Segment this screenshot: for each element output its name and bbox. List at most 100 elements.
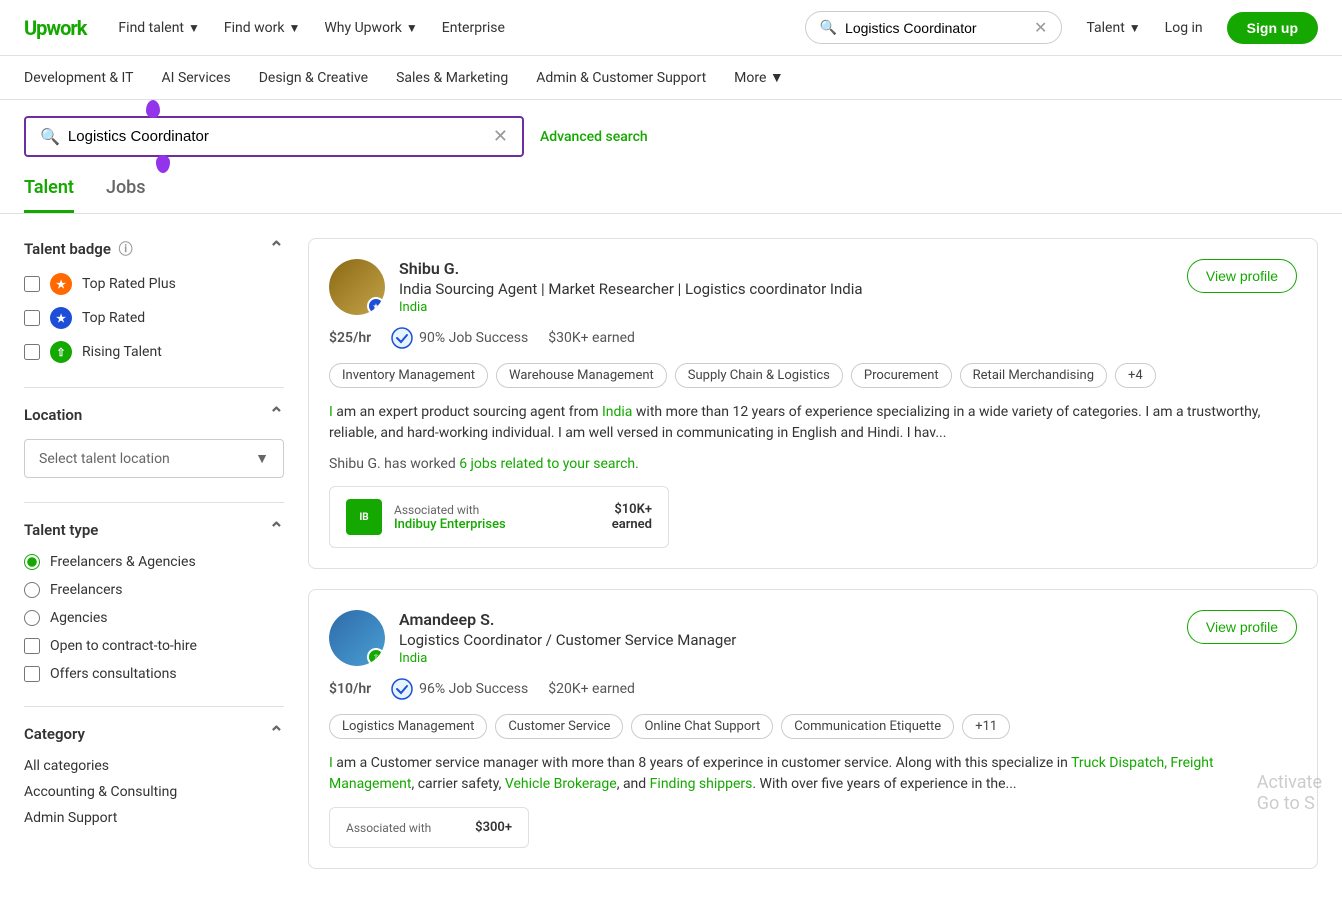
tag-more-2[interactable]: +11 — [962, 714, 1010, 739]
cat-more[interactable]: More ▼ — [734, 69, 784, 86]
cat-development-it[interactable]: Development & IT — [24, 70, 134, 86]
offers-consultations-label: Offers consultations — [50, 666, 177, 682]
main-search-bar: 🔍 ✕ — [24, 116, 524, 157]
tag-warehouse-management[interactable]: Warehouse Management — [496, 363, 667, 388]
main-search-input[interactable] — [68, 128, 485, 145]
tag-more-1[interactable]: +4 — [1115, 363, 1156, 388]
card-top-2: ⇧ Amandeep S. Logistics Coordinator / Cu… — [329, 610, 1297, 666]
assoc-earned-1: $10K+earned — [612, 502, 652, 532]
filter-rising-talent[interactable]: ⇧ Rising Talent — [24, 341, 284, 363]
card-stats-2: $10/hr 96% Job Success $20K+ earned — [329, 678, 1297, 700]
filter-agencies[interactable]: Agencies — [24, 610, 284, 626]
nav-find-work[interactable]: Find work ▼ — [224, 20, 300, 36]
sidebar-filters: Talent badge ⓘ ⌃ ★ Top Rated Plus ★ Top … — [24, 238, 284, 889]
tab-jobs[interactable]: Jobs — [106, 177, 146, 213]
filter-offers-consultations[interactable]: Offers consultations — [24, 666, 284, 682]
cat-sales-marketing[interactable]: Sales & Marketing — [396, 70, 508, 86]
top-search-input[interactable] — [845, 20, 1026, 36]
talent-type-dropdown[interactable]: Talent ▼ — [1086, 20, 1140, 36]
cat-link-admin[interactable]: Admin Support — [24, 810, 284, 826]
checkbox-offers-consultations[interactable] — [24, 666, 40, 682]
cat-link-all[interactable]: All categories — [24, 758, 284, 774]
tags-1: Inventory Management Warehouse Managemen… — [329, 363, 1297, 388]
avatar-2: ⇧ — [329, 610, 385, 666]
login-button[interactable]: Log in — [1165, 20, 1203, 36]
associated-with-1: IB Associated with Indibuy Enterprises $… — [329, 486, 669, 548]
talent-badge-collapse[interactable]: ⌃ — [269, 238, 284, 259]
top-rated-icon: ★ — [50, 307, 72, 329]
cat-link-accounting[interactable]: Accounting & Consulting — [24, 784, 284, 800]
cat-design-creative[interactable]: Design & Creative — [259, 70, 368, 86]
tags-2: Logistics Management Customer Service On… — [329, 714, 1297, 739]
location-placeholder: Select talent location — [39, 451, 170, 467]
avatar-1: ★ — [329, 259, 385, 315]
location-select[interactable]: Select talent location ▼ — [24, 439, 284, 478]
talent-type-collapse[interactable]: ⌃ — [269, 519, 284, 540]
tag-logistics-management[interactable]: Logistics Management — [329, 714, 487, 739]
tag-retail-merchandising[interactable]: Retail Merchandising — [960, 363, 1107, 388]
related-jobs-link-1[interactable]: 6 jobs related to your search — [459, 456, 635, 472]
filter-top-rated-plus[interactable]: ★ Top Rated Plus — [24, 273, 284, 295]
search-icon: 🔍 — [820, 20, 837, 36]
talent-name-2: Amandeep S. — [399, 610, 1173, 629]
filter-top-rated[interactable]: ★ Top Rated — [24, 307, 284, 329]
radio-agencies[interactable] — [24, 610, 40, 626]
advanced-search-link[interactable]: Advanced search — [540, 129, 648, 145]
assoc-logo-1: IB — [346, 499, 382, 535]
divider-2 — [24, 502, 284, 503]
avatar-badge-2: ⇧ — [367, 648, 385, 666]
talent-badge-header: Talent badge ⓘ ⌃ — [24, 238, 284, 259]
filter-freelancers-agencies[interactable]: Freelancers & Agencies — [24, 554, 284, 570]
location-header: Location ⌃ — [24, 404, 284, 425]
agencies-label: Agencies — [50, 610, 108, 626]
upwork-logo[interactable]: Upwork — [24, 16, 86, 40]
view-profile-button-1[interactable]: View profile — [1187, 259, 1297, 293]
top-rated-label: Top Rated — [82, 310, 145, 326]
search-row: 🔍 ✕ Advanced search — [0, 100, 1342, 157]
nav-why-upwork[interactable]: Why Upwork ▼ — [324, 20, 417, 36]
divider-3 — [24, 706, 284, 707]
main-clear-button[interactable]: ✕ — [493, 126, 508, 147]
top-rated-plus-icon: ★ — [50, 273, 72, 295]
checkbox-top-rated-plus[interactable] — [24, 276, 40, 292]
tab-talent[interactable]: Talent — [24, 177, 74, 213]
checkbox-top-rated[interactable] — [24, 310, 40, 326]
radio-freelancers-agencies[interactable] — [24, 554, 40, 570]
cat-ai-services[interactable]: AI Services — [162, 70, 231, 86]
assoc-name-1[interactable]: Indibuy Enterprises — [394, 517, 600, 532]
top-navigation: Upwork Find talent ▼ Find work ▼ Why Upw… — [0, 0, 1342, 56]
talent-type-filter: Talent type ⌃ Freelancers & Agencies Fre… — [24, 519, 284, 682]
view-profile-button-2[interactable]: View profile — [1187, 610, 1297, 644]
checkbox-contract-to-hire[interactable] — [24, 638, 40, 654]
talent-type-title: Talent type — [24, 521, 98, 539]
tag-online-chat-support[interactable]: Online Chat Support — [631, 714, 773, 739]
related-jobs-1: Shibu G. has worked 6 jobs related to yo… — [329, 456, 1297, 472]
location-title: Location — [24, 406, 82, 424]
checkbox-rising-talent[interactable] — [24, 344, 40, 360]
signup-button[interactable]: Sign up — [1227, 12, 1318, 44]
category-collapse[interactable]: ⌃ — [269, 723, 284, 744]
tag-communication-etiquette[interactable]: Communication Etiquette — [781, 714, 954, 739]
assoc-label-1: Associated with — [394, 503, 600, 517]
talent-badge-filter: Talent badge ⓘ ⌃ ★ Top Rated Plus ★ Top … — [24, 238, 284, 363]
stat-rate-1: $25/hr — [329, 330, 371, 346]
tag-supply-chain-logistics[interactable]: Supply Chain & Logistics — [675, 363, 843, 388]
nav-enterprise[interactable]: Enterprise — [442, 20, 505, 36]
talent-badge-info-icon[interactable]: ⓘ — [119, 242, 133, 258]
divider-1 — [24, 387, 284, 388]
radio-freelancers[interactable] — [24, 582, 40, 598]
clear-search-icon[interactable]: ✕ — [1034, 18, 1047, 37]
cat-admin-customer-support[interactable]: Admin & Customer Support — [536, 70, 706, 86]
location-chevron-icon: ▼ — [255, 450, 269, 467]
tag-procurement[interactable]: Procurement — [851, 363, 952, 388]
tag-inventory-management[interactable]: Inventory Management — [329, 363, 488, 388]
nav-find-talent[interactable]: Find talent ▼ — [118, 20, 199, 36]
filter-freelancers[interactable]: Freelancers — [24, 582, 284, 598]
top-rated-plus-label: Top Rated Plus — [82, 276, 176, 292]
talent-card-2: ⇧ Amandeep S. Logistics Coordinator / Cu… — [308, 589, 1318, 869]
card-info-1: Shibu G. India Sourcing Agent | Market R… — [399, 259, 1173, 315]
location-collapse[interactable]: ⌃ — [269, 404, 284, 425]
filter-contract-to-hire[interactable]: Open to contract-to-hire — [24, 638, 284, 654]
rising-talent-icon: ⇧ — [50, 341, 72, 363]
tag-customer-service[interactable]: Customer Service — [495, 714, 623, 739]
